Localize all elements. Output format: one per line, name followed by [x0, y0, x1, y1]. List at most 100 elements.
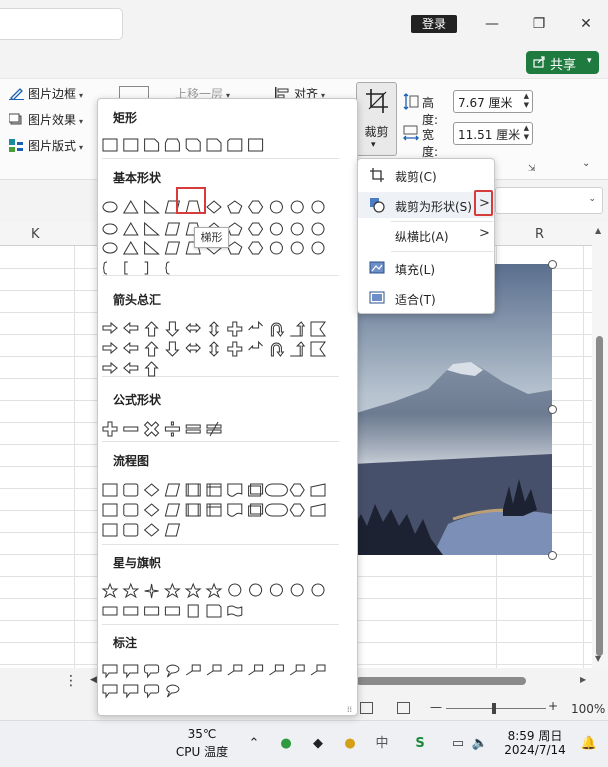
shape-option[interactable]	[164, 606, 180, 616]
shape-option[interactable]	[165, 261, 170, 275]
height-stepper[interactable]: ▲ ▼	[524, 92, 529, 110]
shape-option[interactable]	[227, 605, 243, 617]
shape-option[interactable]	[144, 240, 160, 255]
shape-option[interactable]	[208, 341, 220, 357]
shape-option[interactable]	[248, 503, 264, 517]
shape-option[interactable]	[184, 582, 202, 599]
shape-option[interactable]	[144, 583, 159, 599]
shape-option[interactable]	[227, 241, 243, 255]
shape-option[interactable]	[311, 200, 325, 214]
shape-option[interactable]	[164, 523, 181, 537]
size-dialog-launcher-icon[interactable]: ⇲	[528, 164, 536, 174]
restore-icon[interactable]: ❐	[529, 14, 549, 34]
more-sheets-icon[interactable]: ⋮	[64, 673, 78, 689]
shape-option[interactable]	[123, 138, 139, 152]
shape-option[interactable]	[269, 200, 283, 214]
network-icon[interactable]: ▭	[449, 735, 467, 753]
shape-option[interactable]	[290, 321, 306, 337]
shape-option[interactable]	[289, 664, 305, 676]
shape-option[interactable]	[185, 138, 201, 152]
zoom-out-icon[interactable]: —	[430, 700, 442, 714]
resize-grip-icon[interactable]: ⁞⁞	[347, 705, 352, 714]
resize-handle[interactable]	[548, 405, 557, 414]
shape-option[interactable]	[164, 222, 181, 236]
zoom-slider-thumb[interactable]	[492, 703, 496, 714]
shape-option[interactable]	[249, 583, 263, 597]
wechat-icon[interactable]: ●	[277, 735, 295, 753]
shape-option[interactable]	[143, 421, 160, 437]
shape-option[interactable]	[270, 342, 285, 357]
shape-option[interactable]	[123, 523, 139, 537]
chevron-up-icon[interactable]: ⌃	[245, 735, 263, 753]
shape-option[interactable]	[102, 201, 118, 213]
trapezoid-highlight[interactable]	[176, 187, 206, 214]
shape-option[interactable]	[164, 241, 181, 255]
shape-option[interactable]	[227, 664, 243, 676]
shape-option[interactable]	[102, 503, 118, 517]
resize-handle[interactable]	[548, 260, 557, 269]
shape-option[interactable]	[102, 242, 118, 254]
shape-option[interactable]	[123, 426, 139, 432]
scroll-down-icon[interactable]: ▼	[595, 654, 601, 663]
shape-option[interactable]	[185, 322, 201, 334]
shape-option[interactable]	[144, 606, 160, 616]
shape-option[interactable]	[165, 341, 180, 357]
shape-option[interactable]	[166, 684, 180, 698]
shape-option[interactable]	[144, 664, 160, 679]
shape-option[interactable]	[227, 222, 243, 236]
shape-option[interactable]	[143, 483, 160, 497]
column-k-header[interactable]: K	[31, 227, 40, 242]
volume-icon[interactable]: 🔈	[471, 735, 489, 753]
shape-option[interactable]	[124, 261, 128, 275]
shape-option[interactable]	[311, 222, 325, 236]
shape-option[interactable]	[123, 503, 139, 517]
input-method-icon[interactable]: S	[411, 735, 429, 753]
shape-option[interactable]	[187, 604, 199, 618]
shape-option[interactable]	[144, 321, 159, 337]
qq-icon[interactable]: ◆	[309, 735, 327, 753]
picture-layout-button[interactable]: 图片版式 ▾	[9, 137, 83, 157]
shape-option[interactable]	[208, 321, 220, 337]
shape-option[interactable]	[206, 503, 222, 517]
shape-option[interactable]	[122, 582, 140, 599]
shape-option[interactable]	[269, 583, 283, 597]
shape-option[interactable]	[206, 483, 222, 497]
shape-option[interactable]	[247, 241, 264, 255]
shape-option[interactable]	[185, 424, 201, 434]
shape-option[interactable]	[144, 261, 149, 275]
shape-option[interactable]	[310, 321, 326, 337]
shape-option[interactable]	[247, 222, 264, 236]
shape-option[interactable]	[264, 483, 288, 497]
shape-option[interactable]	[311, 583, 325, 597]
shape-option[interactable]	[290, 341, 306, 357]
zoom-in-icon[interactable]: +	[548, 699, 558, 713]
shape-option[interactable]	[206, 200, 222, 214]
shape-option[interactable]	[123, 361, 139, 375]
shape-option[interactable]	[290, 241, 304, 255]
shape-option[interactable]	[206, 421, 222, 437]
shape-option[interactable]	[269, 664, 284, 676]
shape-option[interactable]	[102, 421, 118, 437]
shape-option[interactable]	[164, 138, 180, 152]
shape-option[interactable]	[289, 503, 305, 517]
normal-view-icon[interactable]	[360, 702, 373, 714]
search-box[interactable]	[0, 8, 123, 40]
menu-item-fit[interactable]: 适合(T)	[358, 285, 494, 311]
close-icon[interactable]: ✕	[576, 14, 596, 34]
shape-option[interactable]	[165, 321, 180, 337]
shape-option[interactable]	[102, 664, 118, 679]
scroll-thumb[interactable]	[596, 336, 603, 656]
shape-option[interactable]	[123, 684, 139, 699]
crop-to-shape-arrow-highlight[interactable]	[474, 190, 493, 216]
shape-option[interactable]	[227, 483, 243, 497]
shape-option[interactable]	[164, 503, 181, 517]
shape-option[interactable]	[102, 261, 108, 275]
formula-bar[interactable]: ⌄	[495, 187, 603, 214]
shape-option[interactable]	[101, 582, 119, 599]
shape-option[interactable]	[185, 342, 201, 354]
shape-option[interactable]	[227, 341, 243, 357]
shape-option[interactable]	[144, 361, 159, 377]
app-tray-icon[interactable]: ●	[341, 735, 359, 753]
shape-option[interactable]	[102, 321, 118, 335]
shape-option[interactable]	[248, 664, 264, 676]
